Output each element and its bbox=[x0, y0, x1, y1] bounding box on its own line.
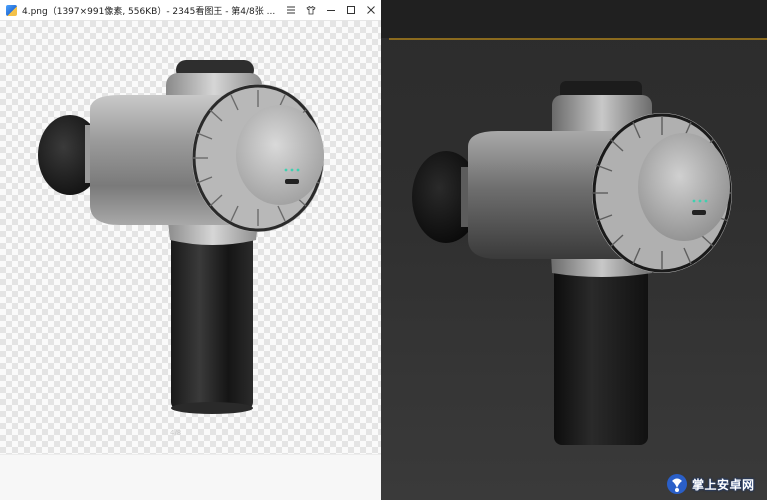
window-title: 4.png（1397×991像素, 556KB）- 2345看图王 - 第4/8… bbox=[22, 6, 276, 17]
close-icon bbox=[367, 6, 375, 14]
massage-gun-3d-render bbox=[412, 81, 732, 445]
title-bar[interactable]: 4.png（1397×991像素, 556KB）- 2345看图王 - 第4/8… bbox=[0, 0, 381, 20]
image-file-icon bbox=[6, 4, 17, 16]
watermark-text: 掌上安卓网 bbox=[692, 477, 755, 492]
watermark: 掌上安卓网 bbox=[666, 473, 755, 495]
viewer-footer bbox=[0, 454, 381, 500]
maximize-button[interactable] bbox=[341, 0, 361, 20]
menu-icon bbox=[287, 6, 295, 14]
close-button[interactable] bbox=[361, 0, 381, 20]
minimize-icon bbox=[327, 10, 335, 11]
maximize-icon bbox=[347, 6, 355, 14]
viewport-accent-line bbox=[389, 38, 767, 40]
massage-gun-product-image bbox=[38, 60, 324, 414]
page-indicator: 4/8 bbox=[170, 429, 182, 437]
image-viewer-window: 4.png（1397×991像素, 556KB）- 2345看图王 - 第4/8… bbox=[0, 0, 381, 500]
wm-logo-icon bbox=[667, 474, 687, 494]
skin-button[interactable] bbox=[301, 0, 321, 20]
viewport-header bbox=[381, 0, 767, 38]
menu-button[interactable] bbox=[281, 0, 301, 20]
skin-icon bbox=[306, 5, 316, 15]
minimize-button[interactable] bbox=[321, 0, 341, 20]
render-viewport[interactable] bbox=[381, 0, 767, 500]
